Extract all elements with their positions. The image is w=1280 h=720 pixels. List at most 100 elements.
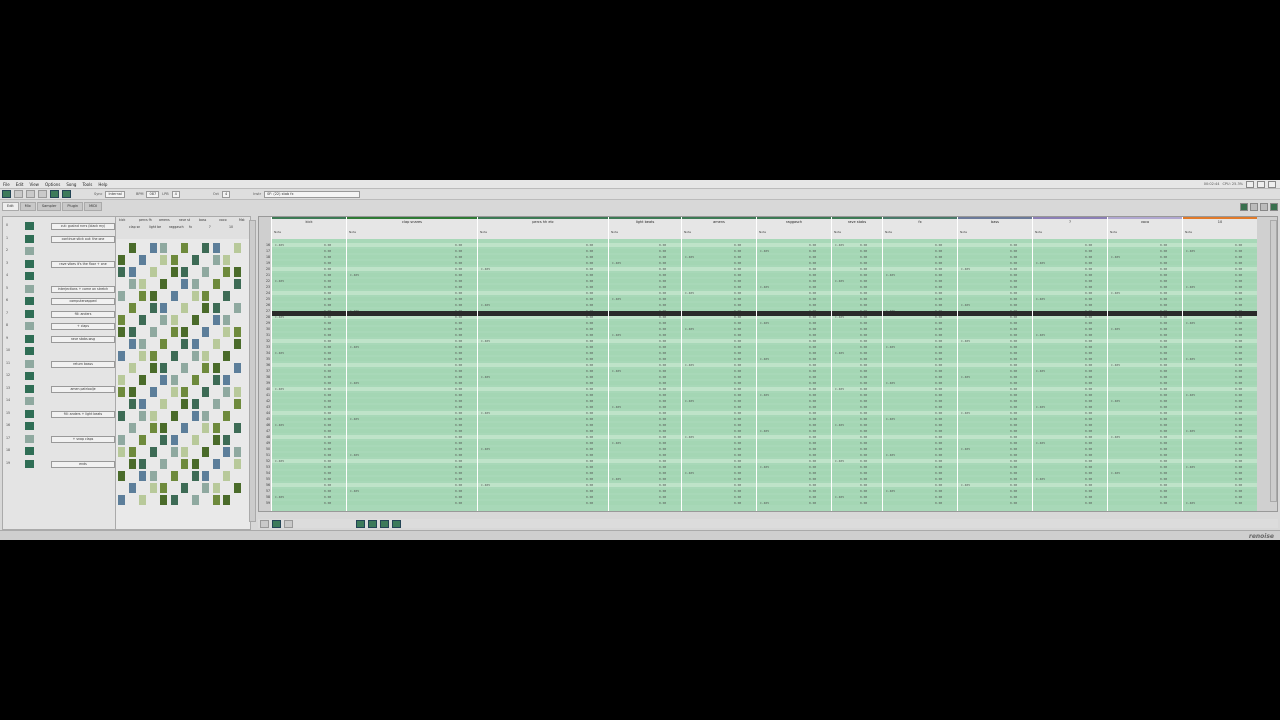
pattern-row[interactable] — [609, 357, 681, 361]
pattern-row[interactable] — [757, 399, 831, 403]
matrix-slot[interactable] — [139, 495, 146, 505]
matrix-slot[interactable] — [139, 255, 146, 265]
pattern-block[interactable] — [25, 434, 34, 443]
pattern-row[interactable] — [958, 285, 1032, 289]
pattern-row[interactable] — [609, 459, 681, 463]
matrix-slot[interactable] — [149, 267, 157, 277]
pattern-row[interactable] — [958, 441, 1032, 445]
pattern-row[interactable] — [883, 291, 957, 295]
matrix-slot[interactable] — [233, 243, 241, 253]
sequence-slot[interactable]: 13 amen patrioolje — [3, 384, 115, 394]
matrix-slot[interactable] — [160, 255, 167, 265]
pattern-row[interactable] — [832, 339, 882, 343]
pattern-row[interactable] — [609, 321, 681, 325]
pattern-row[interactable] — [1033, 381, 1107, 385]
pattern-row[interactable] — [958, 453, 1032, 457]
matrix-slot[interactable] — [170, 327, 178, 337]
pattern-row[interactable] — [682, 411, 756, 415]
pattern-row[interactable] — [832, 453, 882, 457]
pattern-row[interactable] — [682, 483, 756, 487]
track-header[interactable]: ? Note — [1033, 217, 1107, 239]
matrix-slot[interactable] — [149, 327, 157, 337]
pattern-row[interactable] — [1108, 411, 1182, 415]
column-toggle-button[interactable] — [368, 519, 377, 528]
matrix-slot[interactable] — [202, 447, 209, 457]
pattern-row[interactable] — [682, 243, 756, 247]
pattern-row[interactable] — [1033, 321, 1107, 325]
track-header[interactable]: amens Note — [682, 217, 756, 239]
pattern-row[interactable] — [958, 291, 1032, 295]
pattern-row[interactable] — [272, 249, 346, 253]
pattern-row[interactable] — [682, 423, 756, 427]
matrix-slot[interactable] — [118, 471, 125, 481]
pattern-row[interactable] — [832, 267, 882, 271]
pattern-row[interactable] — [757, 447, 831, 451]
pattern-row[interactable] — [1108, 453, 1182, 457]
column-toggle-button[interactable] — [380, 519, 389, 528]
pattern-row[interactable] — [1108, 495, 1182, 499]
pattern-row[interactable] — [757, 267, 831, 271]
pattern-row[interactable] — [832, 441, 882, 445]
pattern-row[interactable] — [1183, 489, 1257, 493]
matrix-slot[interactable] — [118, 315, 125, 325]
pattern-row[interactable] — [272, 447, 346, 451]
pattern-row[interactable] — [757, 375, 831, 379]
pattern-row[interactable] — [609, 381, 681, 385]
pattern-row[interactable] — [1183, 345, 1257, 349]
matrix-slot[interactable] — [149, 471, 157, 481]
pattern-row[interactable] — [832, 285, 882, 289]
pattern-row[interactable] — [609, 303, 681, 307]
matrix-slot[interactable] — [233, 279, 241, 289]
sequence-slot[interactable]: 3 rave vibes it's the floor + one — [3, 259, 115, 269]
pattern-row[interactable] — [883, 363, 957, 367]
track-header[interactable]: fx Note — [883, 217, 957, 239]
matrix-slot[interactable] — [212, 495, 220, 505]
pattern-row[interactable] — [1033, 411, 1107, 415]
matrix-slot[interactable] — [191, 351, 199, 361]
pattern-row[interactable] — [609, 375, 681, 379]
pattern-row[interactable] — [832, 489, 882, 493]
pattern-row[interactable] — [1183, 243, 1257, 247]
pattern-row[interactable] — [1183, 267, 1257, 271]
matrix-slot[interactable] — [212, 399, 220, 409]
sequence-slot[interactable]: 18 — [3, 446, 115, 456]
matrix-slot[interactable] — [191, 411, 199, 421]
track-column[interactable]: light beats Note 0.00 0.00 0.00 0.00 C-405 0.00… — [608, 217, 681, 511]
pattern-row[interactable] — [958, 243, 1032, 247]
pattern-row[interactable] — [1108, 321, 1182, 325]
pattern-row[interactable] — [609, 327, 681, 331]
track-nav-button[interactable] — [260, 519, 269, 528]
pattern-row[interactable] — [609, 471, 681, 475]
pattern-row[interactable] — [757, 291, 831, 295]
edit-mode-button[interactable] — [50, 190, 59, 198]
matrix-slot[interactable] — [118, 495, 125, 505]
sequence-slot[interactable]: 17 + snap claps — [3, 434, 115, 444]
pattern-row[interactable] — [1183, 381, 1257, 385]
matrix-slot[interactable] — [160, 279, 167, 289]
menu-view[interactable]: View — [26, 182, 42, 187]
tab-midi[interactable]: MIDI — [84, 202, 102, 211]
pattern-row[interactable] — [883, 393, 957, 397]
track-header[interactable]: 10 Note — [1183, 217, 1257, 239]
pattern-row[interactable] — [682, 453, 756, 457]
matrix-slot[interactable] — [223, 495, 230, 505]
matrix-slot[interactable] — [191, 435, 199, 445]
pattern-row[interactable] — [1033, 291, 1107, 295]
pattern-row[interactable] — [757, 255, 831, 259]
pattern-row[interactable] — [272, 393, 346, 397]
pattern-row[interactable] — [883, 339, 957, 343]
pattern-row[interactable] — [682, 321, 756, 325]
pattern-row[interactable] — [958, 417, 1032, 421]
pattern-row[interactable] — [609, 273, 681, 277]
matrix-slot[interactable] — [181, 363, 188, 373]
pattern-row[interactable] — [609, 447, 681, 451]
pattern-row[interactable] — [1108, 381, 1182, 385]
pattern-row[interactable] — [1183, 453, 1257, 457]
matrix-slot[interactable] — [128, 399, 136, 409]
pattern-row[interactable] — [832, 255, 882, 259]
pattern-row[interactable] — [272, 339, 346, 343]
pattern-row[interactable] — [832, 369, 882, 373]
matrix-slot[interactable] — [212, 435, 220, 445]
pattern-row[interactable] — [1183, 297, 1257, 301]
menu-edit[interactable]: Edit — [13, 182, 27, 187]
